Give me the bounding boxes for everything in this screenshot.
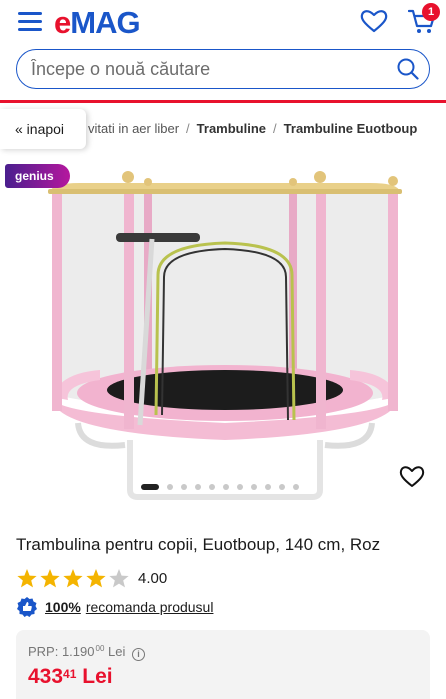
- gallery-dot[interactable]: [251, 484, 257, 490]
- star-filled-icon: [86, 568, 106, 587]
- emag-logo[interactable]: eMAG: [54, 5, 141, 41]
- search-icon[interactable]: [397, 58, 419, 80]
- product-image[interactable]: [40, 165, 410, 505]
- gallery-dot[interactable]: [265, 484, 271, 490]
- search-bar[interactable]: [16, 49, 430, 89]
- menu-icon[interactable]: [18, 12, 42, 32]
- breadcrumb-item[interactable]: Trambuline: [197, 121, 266, 136]
- breadcrumb-trail: vitati in aer liber / Trambuline / Trambulin…: [88, 121, 417, 136]
- cart-count-badge: 1: [422, 3, 440, 21]
- gallery-dot[interactable]: [223, 484, 229, 490]
- gallery-pagination: [141, 483, 299, 491]
- breadcrumb-separator: /: [273, 121, 277, 136]
- header: eMAG 1: [0, 0, 446, 103]
- rating-value: 4.00: [138, 569, 168, 587]
- star-filled-icon: [40, 568, 60, 587]
- gallery-dot[interactable]: [293, 484, 299, 490]
- star-empty-icon: [109, 568, 129, 587]
- gallery-dot[interactable]: [181, 484, 187, 490]
- gallery-dot[interactable]: [209, 484, 215, 490]
- star-filled-icon: [63, 568, 83, 587]
- favorites-heart-icon[interactable]: [360, 9, 388, 33]
- add-to-favorites-heart-icon[interactable]: [399, 465, 425, 489]
- star-filled-icon: [17, 568, 37, 587]
- gallery-dot[interactable]: [237, 484, 243, 490]
- recommended-retail-price: PRP: 1.19000 Lei i: [28, 644, 146, 661]
- thumbs-up-badge-icon: [17, 597, 37, 617]
- search-input[interactable]: [31, 57, 391, 81]
- gallery-dot[interactable]: [279, 484, 285, 490]
- recommend-percentage: 100%: [45, 599, 81, 615]
- price-box: PRP: 1.19000 Lei i 43341 Lei: [16, 630, 430, 699]
- current-price: 43341 Lei: [28, 665, 113, 688]
- product-title: Trambulina pentru copii, Euotboup, 140 c…: [16, 535, 381, 554]
- gallery-dot[interactable]: [141, 484, 159, 490]
- gallery-dot[interactable]: [167, 484, 173, 490]
- gallery-dot[interactable]: [195, 484, 201, 490]
- breadcrumb-separator: /: [186, 121, 190, 136]
- breadcrumb: « inapoi vitati in aer liber / Trambuline /…: [0, 107, 446, 153]
- breadcrumb-item[interactable]: Trambuline Euotboup: [284, 121, 418, 136]
- recommendation[interactable]: 100% recomanda produsul: [16, 596, 213, 618]
- back-button[interactable]: « inapoi: [0, 109, 86, 149]
- recommend-label: recomanda produsul: [85, 599, 214, 615]
- genius-badge: genius: [5, 164, 70, 188]
- product-rating[interactable]: 4.00: [16, 567, 167, 589]
- breadcrumb-item[interactable]: vitati in aer liber: [88, 121, 179, 136]
- info-icon[interactable]: i: [132, 648, 146, 661]
